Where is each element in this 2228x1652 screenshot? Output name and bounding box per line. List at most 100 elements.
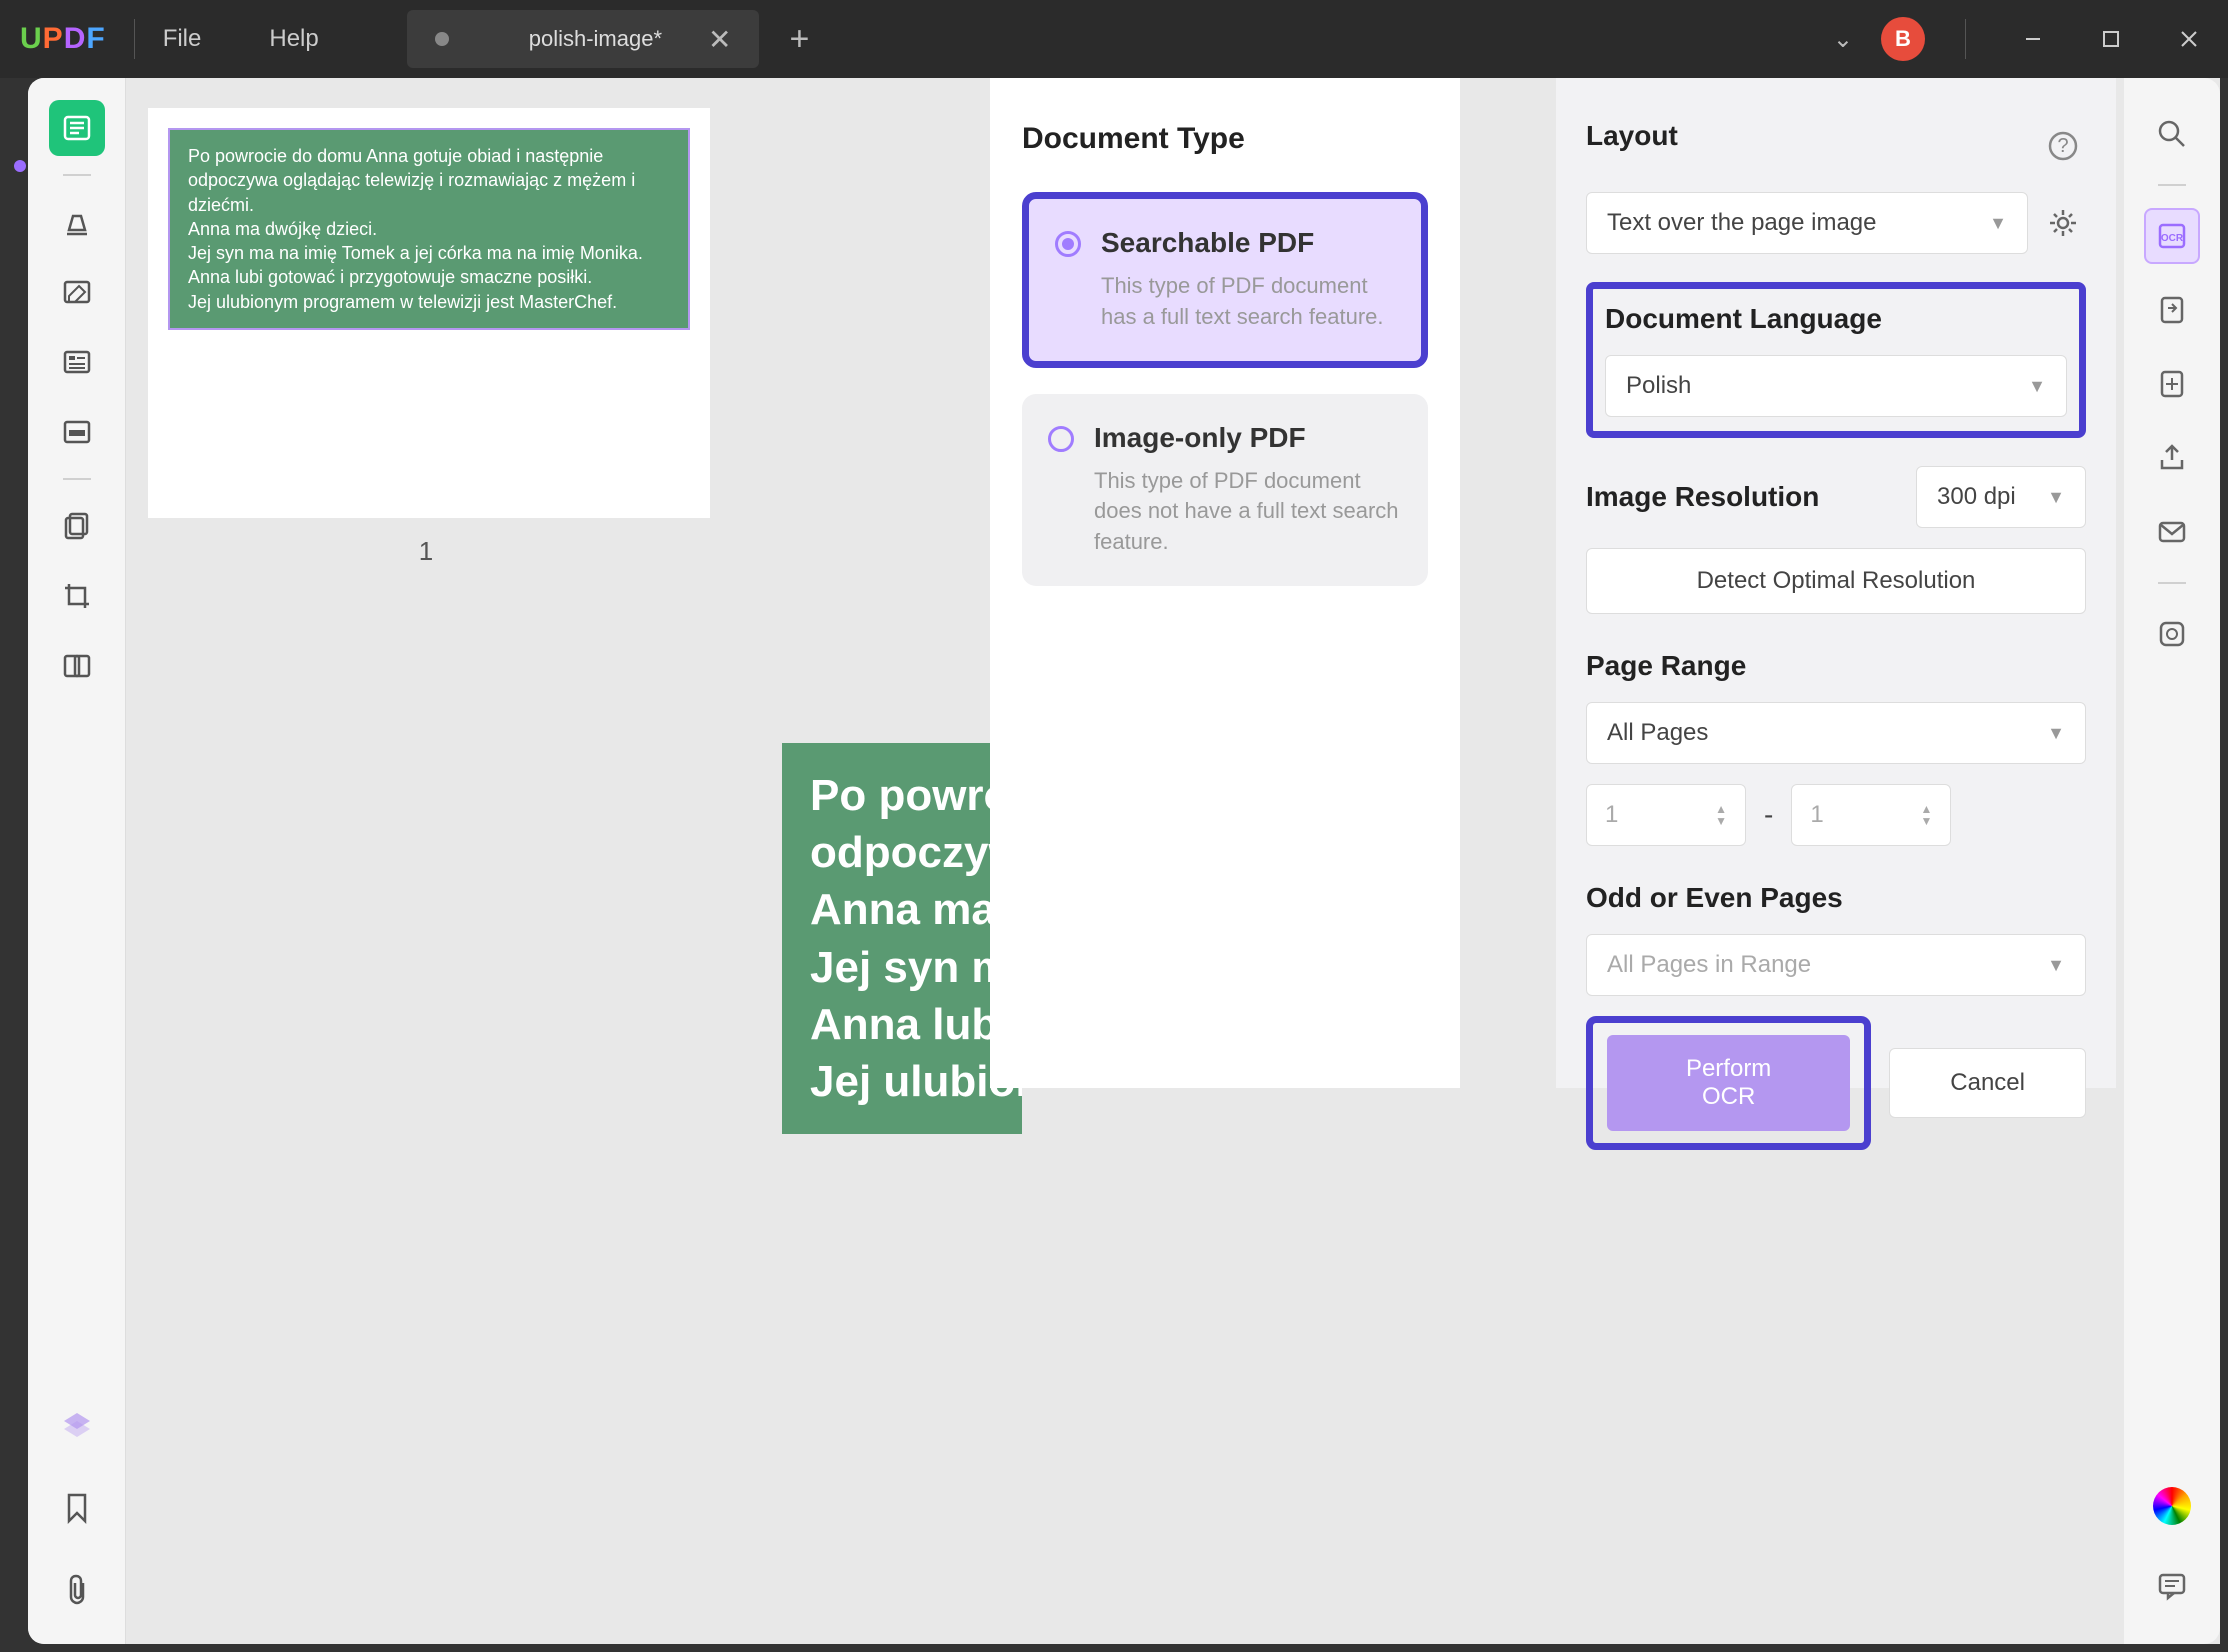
reader-icon xyxy=(61,112,93,144)
form-tool[interactable] xyxy=(49,334,105,390)
stepper-icon[interactable]: ▲▼ xyxy=(1920,803,1932,827)
minimize-button[interactable] xyxy=(1994,0,2072,78)
titlebar: UPDF File Help polish-image* ✕ + ⌄ B xyxy=(0,0,2228,78)
option-description: This type of PDF document does not have … xyxy=(1094,466,1402,558)
attachment-tool[interactable] xyxy=(49,1562,105,1618)
comment-icon xyxy=(2156,1570,2188,1602)
compare-tool[interactable] xyxy=(49,638,105,694)
right-toolbar: OCR xyxy=(2124,78,2220,1644)
stepper-icon[interactable]: ▲▼ xyxy=(1715,803,1727,827)
range-to-input[interactable]: 1 ▲▼ xyxy=(1791,784,1951,846)
bookmark-tool[interactable] xyxy=(49,1480,105,1536)
user-avatar[interactable]: B xyxy=(1881,17,1925,61)
search-button[interactable] xyxy=(2144,106,2200,162)
menu-help[interactable]: Help xyxy=(269,25,318,53)
layout-settings-button[interactable] xyxy=(2040,200,2086,246)
divider xyxy=(134,19,135,59)
separator xyxy=(63,478,91,480)
new-tab-button[interactable]: + xyxy=(789,20,809,59)
separator xyxy=(63,174,91,176)
layout-select[interactable]: Text over the page image ▼ xyxy=(1586,192,2028,254)
maximize-icon xyxy=(2100,28,2122,50)
crop-tool[interactable] xyxy=(49,568,105,624)
batch-tool-button[interactable] xyxy=(2144,606,2200,662)
radio-icon xyxy=(1055,231,1081,257)
thumbnail-panel: — Po powrocie do domu Anna gotuje obiad … xyxy=(126,78,726,1644)
tab-overflow-icon[interactable]: ⌄ xyxy=(1833,25,1853,54)
option-title: Searchable PDF xyxy=(1101,227,1395,259)
resolution-label: Image Resolution xyxy=(1586,481,1819,513)
perform-ocr-highlight: Perform OCR xyxy=(1586,1016,1871,1150)
maximize-button[interactable] xyxy=(2072,0,2150,78)
close-window-button[interactable] xyxy=(2150,0,2228,78)
odd-even-label: Odd or Even Pages xyxy=(1586,882,2086,914)
redact-tool[interactable] xyxy=(49,404,105,460)
close-icon xyxy=(2178,28,2200,50)
layers-icon xyxy=(60,1409,94,1443)
left-toolbar xyxy=(28,78,126,1644)
share-icon xyxy=(2156,442,2188,474)
perform-ocr-button[interactable]: Perform OCR xyxy=(1607,1035,1850,1131)
layers-tool[interactable] xyxy=(49,1398,105,1454)
language-select[interactable]: Polish ▼ xyxy=(1605,355,2067,417)
email-icon xyxy=(2156,518,2188,546)
image-only-pdf-option[interactable]: Image-only PDF This type of PDF document… xyxy=(1022,394,1428,586)
bookmark-icon xyxy=(63,1491,91,1525)
app-logo: UPDF xyxy=(20,22,106,56)
odd-even-select[interactable]: All Pages in Range ▼ xyxy=(1586,934,2086,996)
cancel-button[interactable]: Cancel xyxy=(1889,1048,2086,1118)
svg-text:OCR: OCR xyxy=(2161,233,2184,244)
searchable-pdf-option[interactable]: Searchable PDF This type of PDF document… xyxy=(1022,192,1428,368)
detect-resolution-button[interactable]: Detect Optimal Resolution xyxy=(1586,548,2086,614)
range-from-input[interactable]: 1 ▲▼ xyxy=(1586,784,1746,846)
caret-down-icon: ▼ xyxy=(2028,376,2046,397)
divider xyxy=(1965,19,1966,59)
edit-text-tool[interactable] xyxy=(49,264,105,320)
separator xyxy=(2158,582,2186,584)
page-range-select[interactable]: All Pages ▼ xyxy=(1586,702,2086,764)
radio-icon xyxy=(1048,426,1074,452)
document-type-panel: Document Type Searchable PDF This type o… xyxy=(990,78,1460,1088)
language-label: Document Language xyxy=(1605,303,2067,335)
compress-tool-button[interactable] xyxy=(2144,356,2200,412)
compress-icon xyxy=(2156,368,2188,400)
thumbnail-content: Po powrocie do domu Anna gotuje obiad i … xyxy=(168,128,690,330)
batch-icon xyxy=(2156,618,2188,650)
thumbnail-page-number: 1 xyxy=(148,536,704,567)
caret-down-icon: ▼ xyxy=(2047,487,2065,508)
gear-icon xyxy=(2047,207,2079,239)
caret-down-icon: ▼ xyxy=(2047,723,2065,744)
resolution-select[interactable]: 300 dpi ▼ xyxy=(1916,466,2086,528)
range-dash: - xyxy=(1764,799,1773,831)
highlighter-tool[interactable] xyxy=(49,194,105,250)
comment-tool-button[interactable] xyxy=(2144,1558,2200,1614)
page-range-label: Page Range xyxy=(1586,650,2086,682)
ocr-tool-button[interactable]: OCR xyxy=(2144,208,2200,264)
reader-tool[interactable] xyxy=(49,100,105,156)
tab-title: polish-image* xyxy=(529,26,662,52)
menu-file[interactable]: File xyxy=(163,25,202,53)
crop-icon xyxy=(61,580,93,612)
convert-tool-button[interactable] xyxy=(2144,282,2200,338)
option-title: Image-only PDF xyxy=(1094,422,1402,454)
ocr-icon: OCR xyxy=(2157,221,2187,251)
share-tool-button[interactable] xyxy=(2144,430,2200,486)
svg-text:?: ? xyxy=(2057,135,2068,157)
page-thumbnail[interactable]: Po powrocie do domu Anna gotuje obiad i … xyxy=(148,108,710,518)
tab-indicator-icon xyxy=(435,32,449,46)
document-tab[interactable]: polish-image* ✕ xyxy=(407,10,760,68)
search-icon xyxy=(2156,118,2188,150)
form-icon xyxy=(61,346,93,378)
help-button[interactable]: ? xyxy=(2040,123,2086,169)
option-description: This type of PDF document has a full tex… xyxy=(1101,271,1395,333)
document-type-heading: Document Type xyxy=(1022,122,1428,156)
tab-close-icon[interactable]: ✕ xyxy=(708,23,731,56)
highlighter-icon xyxy=(61,206,93,238)
ai-tool-button[interactable] xyxy=(2144,1478,2200,1534)
language-highlight: Document Language Polish ▼ xyxy=(1586,282,2086,438)
pages-icon xyxy=(61,510,93,542)
notification-dot-icon xyxy=(14,160,26,172)
redact-icon xyxy=(61,416,93,448)
organize-pages-tool[interactable] xyxy=(49,498,105,554)
email-tool-button[interactable] xyxy=(2144,504,2200,560)
